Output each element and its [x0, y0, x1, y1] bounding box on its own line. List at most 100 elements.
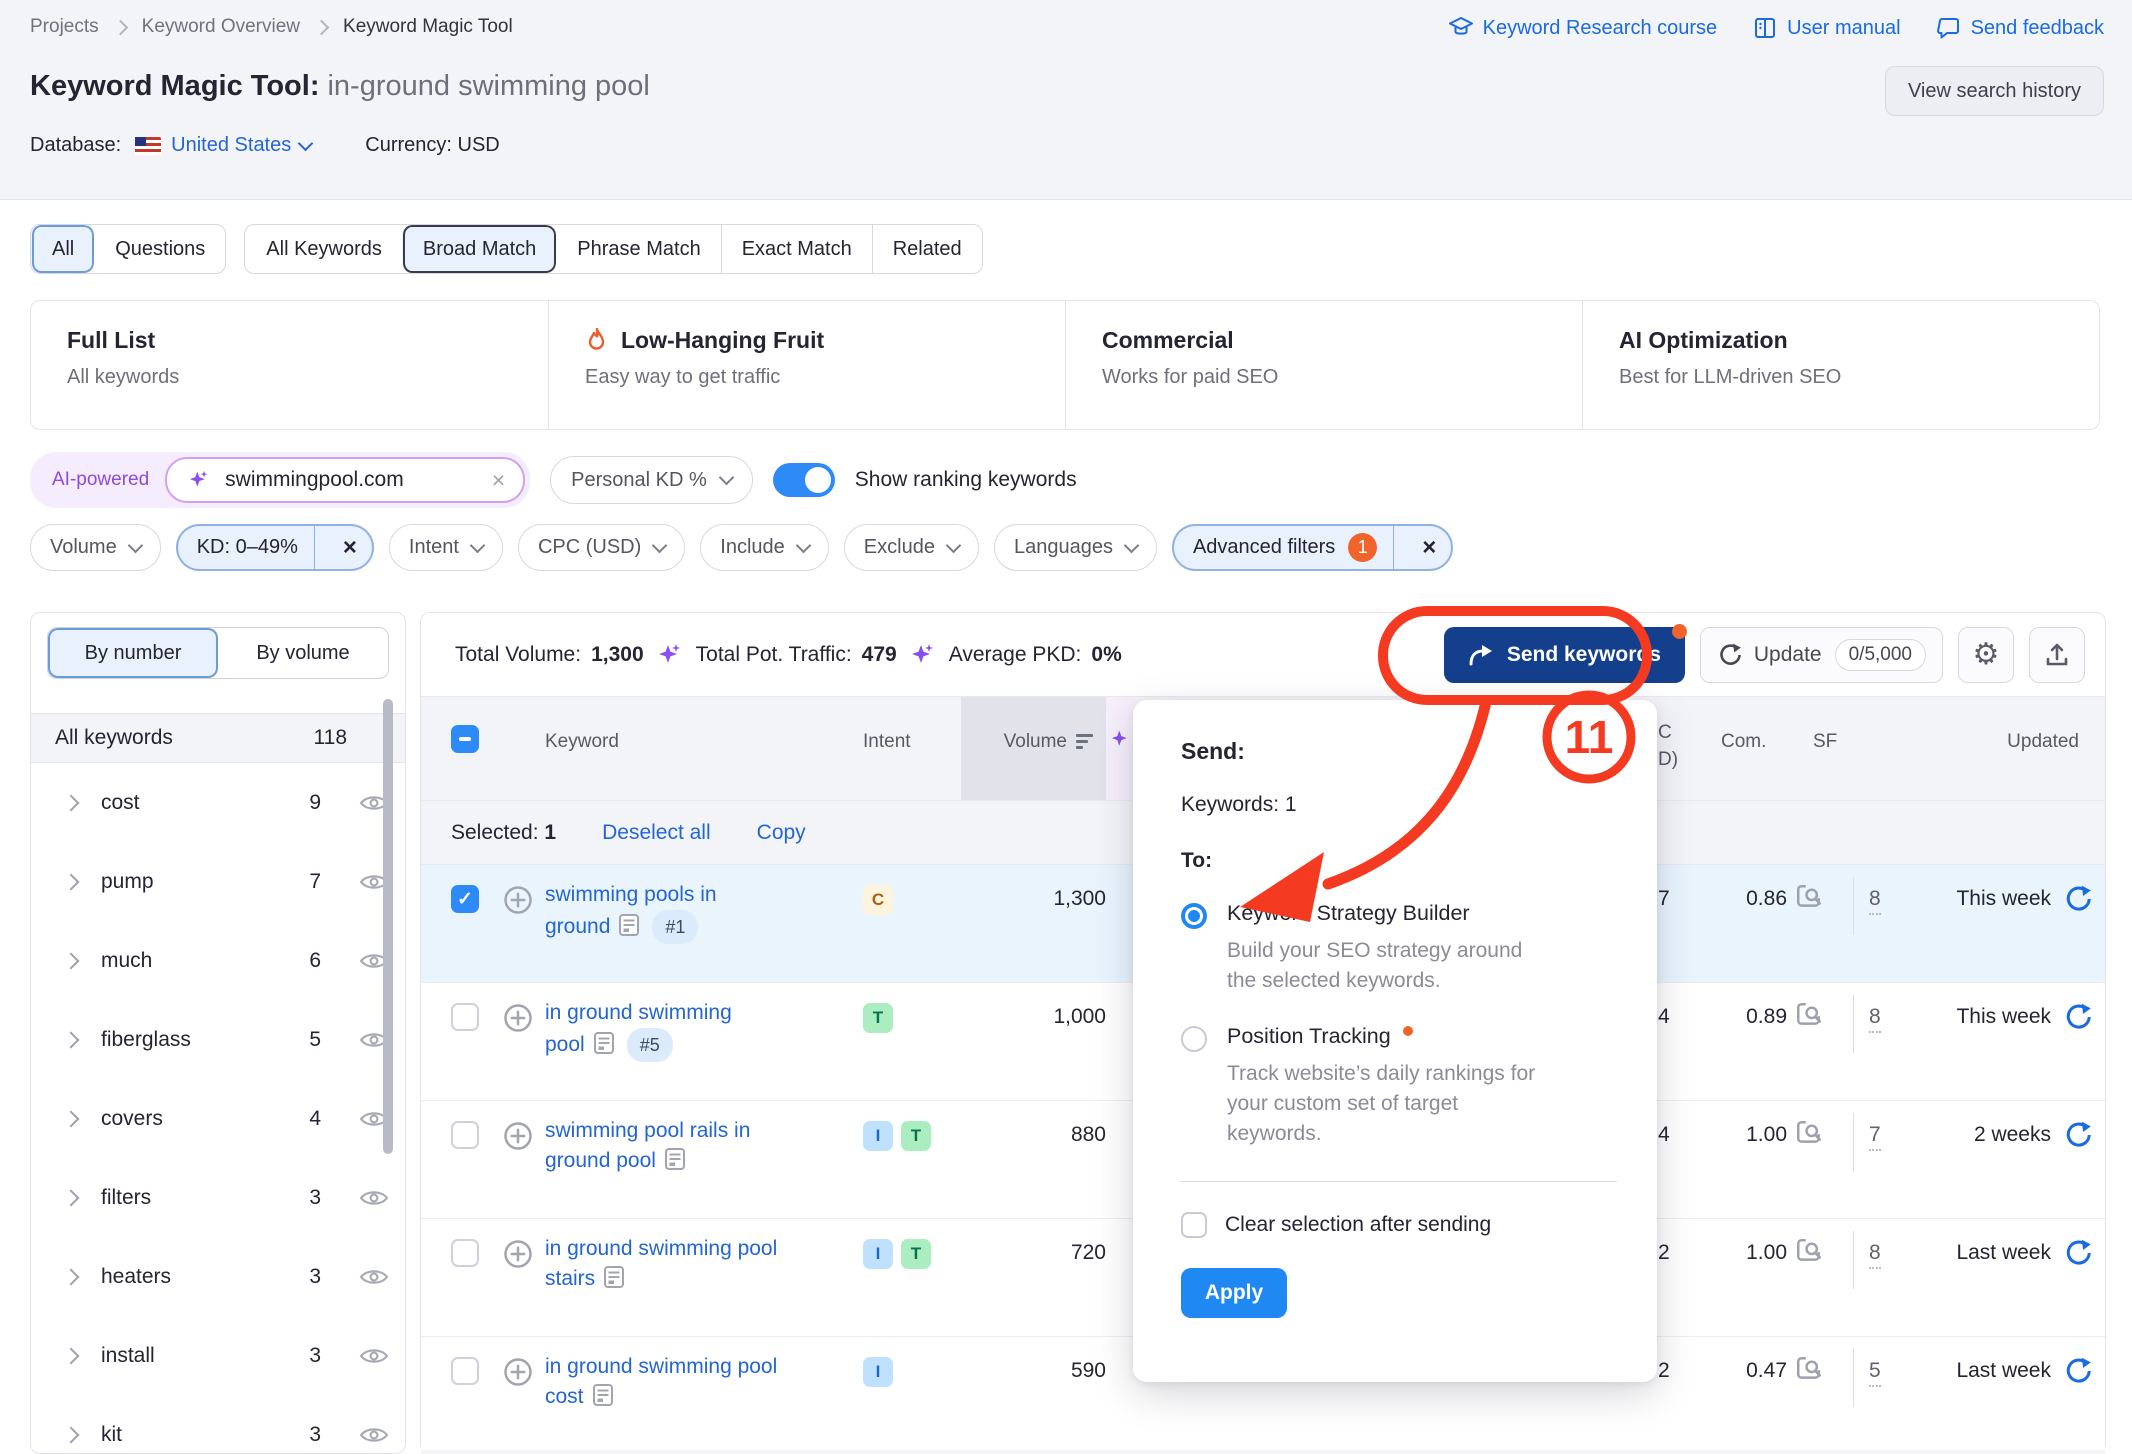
- sf-count[interactable]: 8: [1869, 1241, 1881, 1265]
- keyword-group-item[interactable]: cost 9: [31, 763, 405, 842]
- breadcrumb-item[interactable]: Projects: [30, 16, 99, 38]
- export-button[interactable]: [2029, 627, 2085, 683]
- eye-icon[interactable]: [359, 1267, 389, 1287]
- row-checkbox[interactable]: [451, 1121, 479, 1149]
- sidebar-scrollbar[interactable]: [383, 699, 393, 1154]
- send-destination-option[interactable]: Keyword Strategy Builder Build your SEO …: [1181, 901, 1617, 996]
- clear-selection-checkbox[interactable]: [1181, 1212, 1207, 1238]
- keyword-group-item[interactable]: much 6: [31, 921, 405, 1000]
- row-checkbox[interactable]: ✓: [451, 885, 479, 913]
- eye-icon[interactable]: [359, 1346, 389, 1366]
- add-keyword-icon[interactable]: [503, 1003, 533, 1033]
- filter-chip[interactable]: Include ×: [700, 524, 829, 571]
- keyword-link[interactable]: ground: [545, 915, 610, 938]
- serp-preview-icon[interactable]: [592, 1383, 614, 1407]
- serp-features-icon[interactable]: [1795, 1001, 1823, 1029]
- tab[interactable]: Exact Match: [721, 225, 872, 273]
- column-competition[interactable]: Com.: [1721, 731, 1766, 753]
- keyword-group-item[interactable]: covers 4: [31, 1079, 405, 1158]
- refresh-icon[interactable]: [2063, 1239, 2091, 1267]
- add-keyword-icon[interactable]: [503, 1239, 533, 1269]
- refresh-icon[interactable]: [2063, 1003, 2091, 1031]
- keyword-group-item[interactable]: pump 7: [31, 842, 405, 921]
- deselect-all-link[interactable]: Deselect all: [602, 821, 711, 845]
- breadcrumb-item[interactable]: Keyword Magic Tool: [343, 16, 513, 38]
- keyword-link[interactable]: pool: [545, 1033, 585, 1056]
- serp-preview-icon[interactable]: [664, 1147, 686, 1171]
- view-search-history-button[interactable]: View search history: [1885, 66, 2104, 116]
- eye-icon[interactable]: [359, 1188, 389, 1208]
- database-selector[interactable]: United States: [171, 134, 311, 157]
- serp-features-icon[interactable]: [1795, 883, 1823, 911]
- user-manual-link[interactable]: User manual: [1753, 16, 1900, 40]
- serp-preview-icon[interactable]: [603, 1265, 625, 1289]
- add-keyword-icon[interactable]: [503, 885, 533, 915]
- keyword-group-item[interactable]: fiberglass 5: [31, 1000, 405, 1079]
- column-updated[interactable]: Updated: [1921, 731, 2079, 753]
- preset-card[interactable]: Full List All keywords: [31, 301, 548, 429]
- row-checkbox[interactable]: [451, 1357, 479, 1385]
- keyword-group-item[interactable]: install 3: [31, 1316, 405, 1395]
- remove-filter-icon[interactable]: ×: [328, 534, 372, 562]
- column-pkd[interactable]: [1106, 697, 1136, 800]
- settings-button[interactable]: ⚙: [1958, 627, 2014, 683]
- send-keywords-button[interactable]: Send keywords: [1444, 627, 1685, 683]
- update-button[interactable]: Update 0/5,000: [1700, 627, 1943, 683]
- by-volume-button[interactable]: By volume: [218, 628, 388, 678]
- sf-count[interactable]: 5: [1869, 1359, 1881, 1383]
- column-intent[interactable]: Intent: [863, 731, 911, 753]
- tab[interactable]: Questions: [94, 225, 225, 273]
- breadcrumb-item[interactable]: Keyword Overview: [142, 16, 300, 38]
- remove-filter-icon[interactable]: ×: [1407, 534, 1451, 562]
- keyword-link[interactable]: cost: [545, 1385, 584, 1408]
- radio-button[interactable]: [1181, 903, 1207, 929]
- select-all-checkbox[interactable]: [451, 725, 479, 753]
- keyword-link[interactable]: swimming pools in: [545, 883, 717, 906]
- serp-features-icon[interactable]: [1795, 1119, 1823, 1147]
- sf-count[interactable]: 8: [1869, 887, 1881, 911]
- keyword-link[interactable]: in ground swimming: [545, 1001, 732, 1024]
- refresh-icon[interactable]: [2063, 1121, 2091, 1149]
- row-checkbox[interactable]: [451, 1239, 479, 1267]
- sf-count[interactable]: 7: [1869, 1123, 1881, 1147]
- tab[interactable]: Broad Match: [402, 225, 556, 273]
- row-checkbox[interactable]: [451, 1003, 479, 1031]
- tab[interactable]: Phrase Match: [556, 225, 720, 273]
- apply-button[interactable]: Apply: [1181, 1268, 1287, 1318]
- tab[interactable]: All Keywords: [245, 225, 402, 273]
- add-keyword-icon[interactable]: [503, 1121, 533, 1151]
- keyword-group-item[interactable]: filters 3: [31, 1158, 405, 1237]
- refresh-icon[interactable]: [2063, 1357, 2091, 1385]
- filter-chip[interactable]: Volume ×: [30, 524, 161, 571]
- keyword-link[interactable]: ground pool: [545, 1149, 656, 1172]
- keyword-link[interactable]: swimming pool rails in: [545, 1119, 750, 1142]
- preset-card[interactable]: Low-Hanging Fruit Easy way to get traffi…: [548, 301, 1065, 429]
- add-keyword-icon[interactable]: [503, 1357, 533, 1387]
- send-destination-option[interactable]: Position Tracking Track website’s daily …: [1181, 1024, 1617, 1149]
- serp-preview-icon[interactable]: [593, 1031, 615, 1055]
- clear-search-icon[interactable]: ×: [492, 469, 505, 492]
- filter-chip[interactable]: CPC (USD) ×: [518, 524, 685, 571]
- tab[interactable]: All: [31, 225, 94, 273]
- column-keyword[interactable]: Keyword: [545, 731, 619, 753]
- filter-chip[interactable]: Advanced filters 1 ×: [1172, 524, 1453, 571]
- preset-card[interactable]: AI Optimization Best for LLM-driven SEO: [1582, 301, 2099, 429]
- copy-link[interactable]: Copy: [757, 821, 806, 845]
- keyword-group-item[interactable]: heaters 3: [31, 1237, 405, 1316]
- filter-chip[interactable]: KD: 0–49% ×: [176, 524, 374, 571]
- serp-features-icon[interactable]: [1795, 1355, 1823, 1383]
- serp-features-icon[interactable]: [1795, 1237, 1823, 1265]
- filter-chip[interactable]: Languages ×: [994, 524, 1157, 571]
- filter-chip[interactable]: Intent ×: [389, 524, 503, 571]
- keyword-group-item[interactable]: kit 3: [31, 1395, 405, 1454]
- keyword-research-course-link[interactable]: Keyword Research course: [1449, 16, 1718, 40]
- keyword-link[interactable]: in ground swimming pool: [545, 1237, 777, 1260]
- send-feedback-link[interactable]: Send feedback: [1937, 16, 2104, 40]
- keyword-link[interactable]: stairs: [545, 1267, 595, 1290]
- sf-count[interactable]: 8: [1869, 1005, 1881, 1029]
- preset-card[interactable]: Commercial Works for paid SEO: [1065, 301, 1582, 429]
- refresh-icon[interactable]: [2063, 885, 2091, 913]
- filter-chip[interactable]: Exclude ×: [844, 524, 979, 571]
- eye-icon[interactable]: [359, 1425, 389, 1445]
- column-volume[interactable]: Volume: [961, 697, 1106, 800]
